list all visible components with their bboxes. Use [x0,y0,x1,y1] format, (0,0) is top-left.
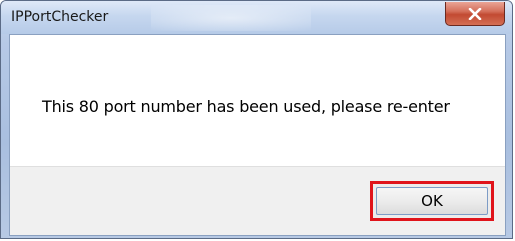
title-bar[interactable]: IPPortChecker [1,1,512,34]
dialog-message: This 80 port number has been used, pleas… [42,97,450,116]
dialog-window: IPPortChecker This 80 port number has be… [0,0,513,239]
dialog-body: This 80 port number has been used, pleas… [9,34,506,236]
window-title: IPPortChecker [11,9,109,25]
dialog-footer: OK [10,166,505,235]
close-button[interactable] [445,2,505,26]
ok-button[interactable]: OK [370,181,494,221]
close-icon [468,7,482,20]
ok-button-label: OK [421,192,443,210]
